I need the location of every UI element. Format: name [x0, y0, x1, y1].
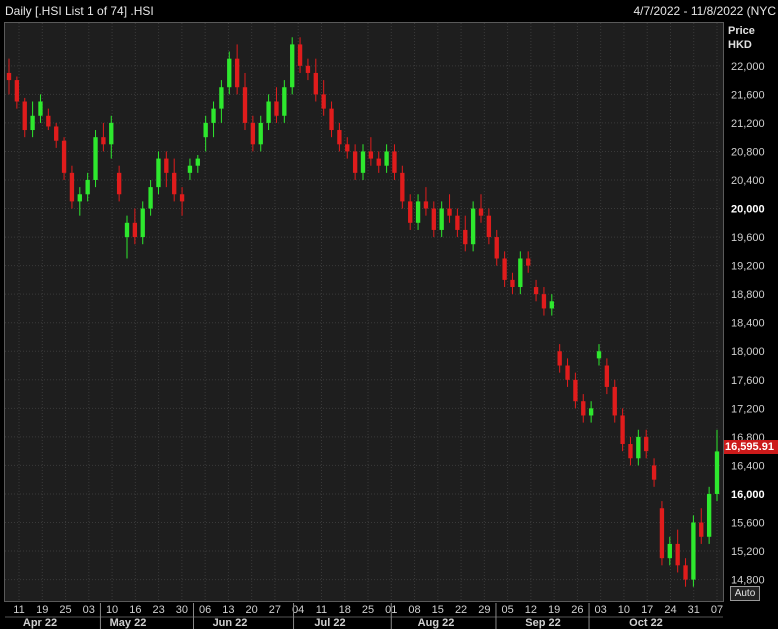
- y-tick-label: 20,000: [731, 204, 765, 216]
- x-tick-label: 29: [478, 604, 490, 616]
- y-tick-label: 15,200: [731, 546, 765, 558]
- y-tick-label: 18,000: [731, 346, 765, 358]
- x-tick-label: 20: [246, 604, 258, 616]
- y-tick-label: 21,200: [731, 118, 765, 130]
- x-tick-label: 24: [664, 604, 676, 616]
- x-tick-label: 19: [548, 604, 560, 616]
- x-tick-label: 23: [152, 604, 164, 616]
- x-tick-label: 31: [688, 604, 700, 616]
- x-tick-label: 12: [525, 604, 537, 616]
- y-tick-label: 15,600: [731, 518, 765, 530]
- x-tick-label: 11: [316, 604, 327, 616]
- y-axis-title-price: Price: [728, 25, 755, 37]
- x-tick-label: 05: [501, 604, 513, 616]
- last-price-badge: 16,595.91: [724, 440, 778, 454]
- y-tick-label: 20,400: [731, 175, 765, 187]
- x-month-label: Sep 22: [525, 617, 560, 629]
- y-tick-label: 18,800: [731, 289, 765, 301]
- x-tick-label: 07: [711, 604, 723, 616]
- y-tick-label: 17,200: [731, 403, 765, 415]
- x-tick-label: 19: [36, 604, 48, 616]
- y-tick-label: 19,200: [731, 261, 765, 273]
- x-tick-label: 26: [571, 604, 583, 616]
- x-month-label: Oct 22: [629, 617, 663, 629]
- x-tick-label: 27: [269, 604, 281, 616]
- x-axis: 11 19 25 03 10 16 23 30 06 13 20 27 04 11 18 25 01 08 15 22…: [5, 603, 723, 629]
- x-tick-label: 10: [106, 604, 118, 616]
- x-month-label: Jun 22: [213, 617, 248, 629]
- y-tick-label: 22,000: [731, 61, 765, 73]
- y-tick-label: 17,600: [731, 375, 765, 387]
- y-tick-label: 16,000: [731, 489, 765, 501]
- y-tick-label: 18,400: [731, 318, 765, 330]
- y-tick-label: 14,800: [731, 575, 765, 587]
- x-tick-label: 03: [83, 604, 95, 616]
- x-tick-label: 30: [176, 604, 188, 616]
- x-tick-label: 06: [199, 604, 211, 616]
- plot-frame: [4, 22, 724, 602]
- x-tick-label: 25: [59, 604, 71, 616]
- auto-scale-button[interactable]: Auto: [730, 586, 760, 601]
- x-tick-label: 11: [13, 604, 24, 616]
- x-tick-label: 03: [595, 604, 607, 616]
- x-tick-label: 08: [408, 604, 420, 616]
- x-tick-label: 22: [455, 604, 467, 616]
- x-tick-label: 15: [432, 604, 444, 616]
- x-tick-label: 18: [339, 604, 351, 616]
- x-tick-label: 25: [362, 604, 374, 616]
- x-month-label: Jul 22: [314, 617, 345, 629]
- y-tick-label: 16,400: [731, 460, 765, 472]
- x-month-label: May 22: [110, 617, 147, 629]
- y-tick-label: 19,600: [731, 232, 765, 244]
- x-tick-label: 10: [618, 604, 630, 616]
- x-month-label: Aug 22: [418, 617, 455, 629]
- x-tick-label: 13: [222, 604, 234, 616]
- x-tick-label: 17: [641, 604, 653, 616]
- y-axis: 14,80015,20015,60016,00016,40016,80017,2…: [731, 61, 765, 587]
- x-tick-label: 16: [129, 604, 141, 616]
- y-tick-label: 21,600: [731, 89, 765, 101]
- x-month-label: Apr 22: [23, 617, 57, 629]
- y-tick-label: 20,800: [731, 146, 765, 158]
- y-axis-title-currency: HKD: [728, 39, 752, 51]
